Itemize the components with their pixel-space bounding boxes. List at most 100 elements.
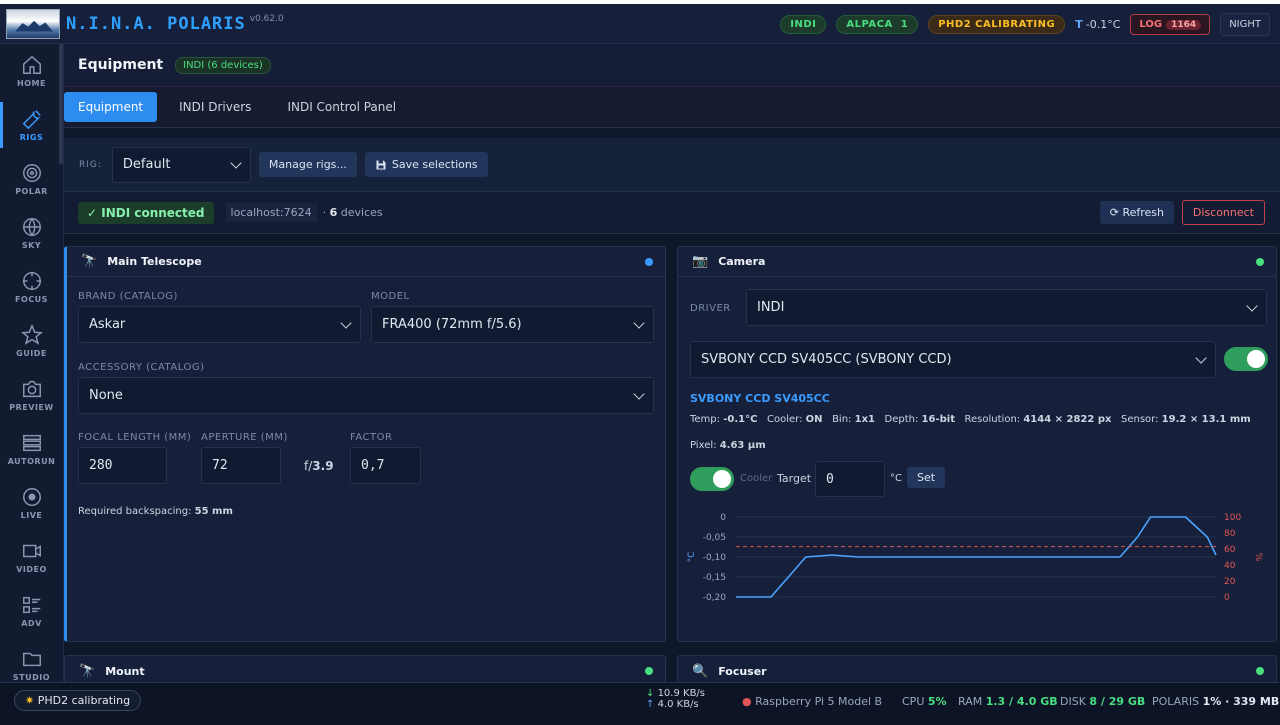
alpaca-status-pill[interactable]: ALPACA 1 — [836, 14, 919, 34]
focuser-header: 🔍 Focuser — [678, 656, 1276, 682]
status-bar: ✷ PHD2 calibrating ↓ 10.9 KB/s ↑ 4.0 KB/… — [0, 682, 1280, 725]
video-icon — [22, 544, 41, 558]
focuser-card: 🔍 Focuser — [677, 655, 1277, 682]
tab-indi-control-panel[interactable]: INDI Control Panel — [273, 92, 410, 122]
telescope-icon: 🔭 — [79, 663, 96, 679]
device-count-suffix: devices — [340, 206, 383, 219]
refresh-button[interactable]: ⟳ Refresh — [1099, 201, 1174, 224]
stack-icon — [22, 434, 41, 452]
sidebar-item-sky[interactable]: SKY — [0, 206, 63, 260]
sidebar-item-studio[interactable]: STUDIO — [0, 638, 63, 682]
camera-icon — [22, 380, 41, 398]
focal-length-input[interactable]: 280 — [78, 447, 167, 484]
backspacing-label: Required backspacing: — [78, 506, 192, 517]
indi-host: localhost:7624 — [225, 203, 317, 222]
cooler-toggle[interactable] — [690, 467, 734, 491]
night-mode-button[interactable]: NIGHT — [1220, 12, 1270, 36]
main-telescope-title: Main Telescope — [107, 255, 202, 268]
camera-header: 📷 Camera — [678, 247, 1276, 277]
factor-label: FACTOR — [350, 432, 393, 443]
magnifier-icon: 🔍 — [692, 663, 709, 679]
aperture-label: APERTURE (MM) — [201, 432, 288, 443]
temp-label: T — [1075, 17, 1083, 31]
save-selections-button[interactable]: Save selections — [364, 152, 488, 177]
main-telescope-card: 🔭 Main Telescope BRAND (CATALOG) Askar M… — [64, 246, 666, 642]
disk-usage: DISK 8 / 29 GB — [1060, 695, 1145, 708]
polaris-value: 1% · 339 MB — [1202, 695, 1280, 708]
tab-indi-drivers[interactable]: INDI Drivers — [165, 92, 265, 122]
device-name: Raspberry Pi 5 Model B — [755, 695, 883, 708]
mount-card: 🔭 Mount — [64, 655, 666, 682]
sidebar-item-label: ADV — [21, 619, 42, 628]
model-select-value: FRA400 (72mm f/5.6) — [382, 317, 522, 332]
disconnect-button[interactable]: Disconnect — [1181, 200, 1265, 225]
sidebar-item-guide[interactable]: GUIDE — [0, 314, 63, 368]
sidebar-item-preview[interactable]: PREVIEW — [0, 368, 63, 422]
model-select[interactable]: FRA400 (72mm f/5.6) — [371, 306, 654, 343]
tab-equipment[interactable]: Equipment — [64, 92, 158, 122]
cam-temp-label: Temp: — [690, 414, 721, 425]
focal-length-label: FOCAL LENGTH (MM) — [78, 432, 192, 443]
sidebar-item-label: POLAR — [15, 187, 48, 196]
app-logo[interactable] — [6, 8, 60, 39]
accessory-select[interactable]: None — [78, 377, 654, 414]
accessory-select-value: None — [89, 388, 123, 403]
brand-label: BRAND (CATALOG) — [78, 291, 178, 302]
y-left-axis-label: °C — [687, 552, 697, 563]
sun-icon: ✷ — [25, 694, 38, 707]
phd2-status-pill[interactable]: PHD2 CALIBRATING — [928, 14, 1066, 34]
main-content: Equipment INDI (6 devices) Equipment IND… — [64, 44, 1280, 682]
y-right-tick-label: 100 — [1224, 513, 1241, 523]
sidebar-item-autorun[interactable]: AUTORUN — [0, 422, 63, 476]
sidebar-item-adv[interactable]: ADV — [0, 584, 63, 638]
y-left-tick-label: -0,20 — [703, 593, 727, 603]
brand-select[interactable]: Askar — [78, 306, 361, 343]
log-label: LOG — [1139, 18, 1163, 30]
sidebar-item-video[interactable]: VIDEO — [0, 530, 63, 584]
app-version: v0.62.0 — [249, 14, 284, 24]
ram-value: 1.3 / 4.0 GB — [985, 695, 1058, 708]
y-right-tick-label: 0 — [1224, 593, 1230, 603]
connection-bar: ✓ INDI connected localhost:7624 · 6 devi… — [64, 192, 1280, 234]
sidebar-item-label: LIVE — [20, 511, 43, 520]
indi-status-pill[interactable]: INDI — [780, 14, 827, 34]
globe-icon — [22, 218, 41, 237]
sidebar-item-polar[interactable]: POLAR — [0, 152, 63, 206]
phd2-status-chip[interactable]: ✷ PHD2 calibrating — [14, 690, 142, 711]
sidebar-item-focus[interactable]: FOCUS — [0, 260, 63, 314]
manage-rigs-button[interactable]: Manage rigs... — [258, 152, 357, 177]
camera-pixel-line: Pixel: 4.63 µm — [690, 440, 766, 451]
home-icon — [22, 55, 41, 74]
y-left-tick-label: -0,05 — [703, 533, 726, 543]
arrow-down-icon: ↓ — [646, 688, 658, 699]
rig-label: RIG: — [79, 159, 102, 170]
chevron-down-icon — [1246, 299, 1258, 312]
list-icon — [22, 596, 40, 614]
log-button[interactable]: LOG 1164 — [1130, 13, 1211, 35]
check-icon: ✓ — [87, 205, 102, 220]
factor-input[interactable]: 0,7 — [350, 447, 421, 484]
device-count-prefix: · — [322, 206, 327, 219]
polaris-usage: POLARIS 1% · 339 MB — [1152, 695, 1279, 708]
camera-connect-toggle[interactable] — [1224, 347, 1268, 371]
cam-depth-value: 16-bit — [921, 414, 955, 425]
camera-device-select[interactable]: SVBONY CCD SV405CC (SVBONY CCD) — [690, 341, 1216, 378]
chevron-down-icon — [340, 316, 352, 329]
indi-connected-badge: ✓ INDI connected — [78, 201, 214, 224]
sidebar-item-home[interactable]: HOME — [0, 44, 63, 98]
chevron-down-icon — [633, 387, 645, 400]
camera-device-name: SVBONY CCD SV405CC — [690, 392, 830, 405]
sidebar: HOME RIGS POLAR SKY FOCUS GUIDE PREVIEW … — [0, 44, 64, 682]
rig-select[interactable]: Default — [111, 146, 251, 183]
camera-icon: 📷 — [692, 254, 709, 269]
target-temp-input[interactable]: 0 — [815, 461, 885, 497]
folder-icon — [22, 652, 41, 667]
telescope-status-dot — [645, 258, 653, 266]
sidebar-item-live[interactable]: LIVE — [0, 476, 63, 530]
sidebar-item-rigs[interactable]: RIGS — [0, 98, 63, 152]
set-target-button[interactable]: Set — [907, 467, 946, 488]
mount-header: 🔭 Mount — [65, 656, 665, 682]
driver-select[interactable]: INDI — [746, 289, 1267, 326]
rig-select-value: Default — [122, 157, 171, 172]
aperture-input[interactable]: 72 — [201, 447, 281, 484]
